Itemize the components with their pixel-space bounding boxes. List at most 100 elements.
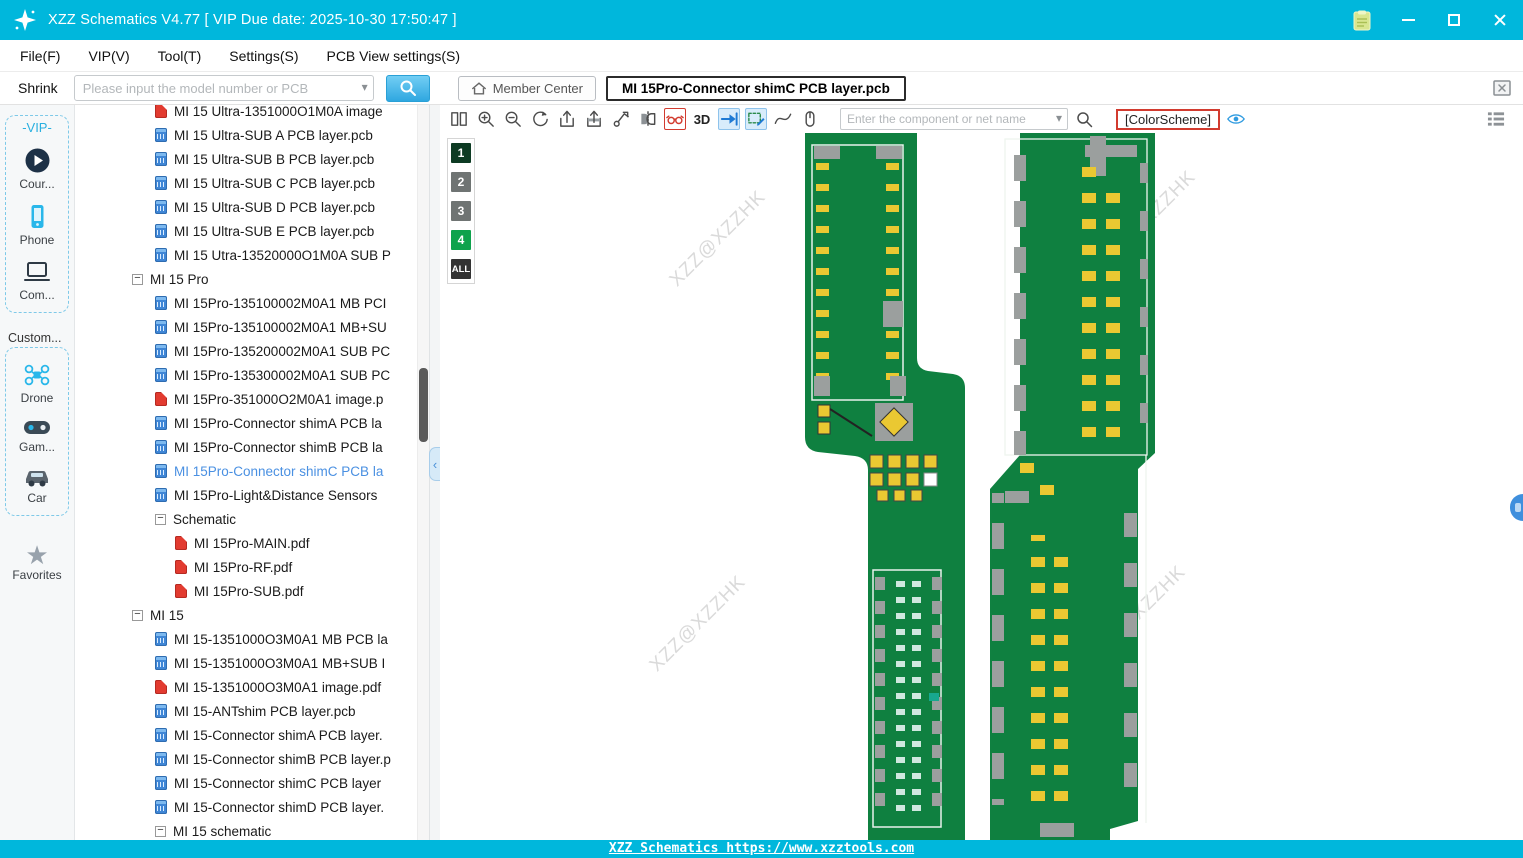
board-bottom-view-icon[interactable]	[583, 108, 605, 130]
component-search-icon[interactable]	[1073, 108, 1095, 130]
pcb-file-icon	[155, 632, 167, 646]
sidebar-item-favorites[interactable]: ★ Favorites	[0, 542, 74, 582]
shrink-button[interactable]: Shrink	[8, 80, 68, 96]
area-select-icon[interactable]	[745, 108, 767, 130]
tree-file-row[interactable]: MI 15Pro-351000O2M0A1 image.p	[75, 387, 417, 411]
tree-file-row[interactable]: MI 15Pro-Connector shimA PCB la	[75, 411, 417, 435]
tree-scrollbar[interactable]	[417, 105, 429, 840]
menubar: File(F) VIP(V) Tool(T) Settings(S) PCB V…	[0, 40, 1523, 72]
measure-curve-icon[interactable]	[772, 108, 794, 130]
tree-group-row[interactable]: MI 15 schematic	[75, 819, 417, 840]
tree-file-row[interactable]: MI 15Pro-135100002M0A1 MB PCI	[75, 291, 417, 315]
tree-file-row[interactable]: MI 15Pro-Connector shimB PCB la	[75, 435, 417, 459]
menu-pcb-view-settings[interactable]: PCB View settings(S)	[312, 40, 474, 72]
tree-file-row[interactable]: MI 15 Ultra-SUB B PCB layer.pcb	[75, 147, 417, 171]
board-top-view-icon[interactable]	[556, 108, 578, 130]
tree-file-row[interactable]: MI 15Pro-SUB.pdf	[75, 579, 417, 603]
visibility-eye-icon[interactable]	[1225, 108, 1247, 130]
collapse-minus-icon[interactable]	[155, 514, 166, 525]
tree-file-row[interactable]: MI 15-ANTshim PCB layer.pcb	[75, 699, 417, 723]
layer-panel-icon[interactable]	[1485, 108, 1507, 130]
tree-file-row[interactable]: MI 15-Connector shimC PCB layer	[75, 771, 417, 795]
tree-file-row[interactable]: MI 15 Ultra-SUB C PCB layer.pcb	[75, 171, 417, 195]
tree-file-row[interactable]: MI 15Pro-135300002M0A1 SUB PC	[75, 363, 417, 387]
tree-group-row[interactable]: MI 15 Pro	[75, 267, 417, 291]
red-highlight-glasses-icon[interactable]	[664, 108, 686, 130]
sidebar-item-game[interactable]: Gam...	[6, 417, 68, 454]
member-center-button[interactable]: Member Center	[458, 76, 596, 101]
sidebar-item-computer[interactable]: Com...	[6, 259, 68, 302]
tree-file-row[interactable]: MI 15 Ultra-SUB D PCB layer.pcb	[75, 195, 417, 219]
net-probe-icon[interactable]	[610, 108, 632, 130]
left-sidebar: -VIP- Cour... Phone Com... Custom... Dro…	[0, 105, 75, 840]
pcb-canvas[interactable]: 1 2 3 4 ALL XZZ@XZZHK XZZ@XZZHK XZZ@XZZH…	[440, 133, 1523, 840]
collapse-minus-icon[interactable]	[155, 826, 166, 837]
tree-file-row[interactable]: MI 15-1351000O3M0A1 image.pdf	[75, 675, 417, 699]
tree-file-row[interactable]: MI 15Pro-135100002M0A1 MB+SU	[75, 315, 417, 339]
tree-scrollbar-thumb[interactable]	[419, 368, 428, 442]
layer-2-button[interactable]: 2	[451, 172, 471, 192]
tree-file-row[interactable]: MI 15-1351000O3M0A1 MB+SUB I	[75, 651, 417, 675]
collapse-tree-handle[interactable]: ‹	[429, 447, 440, 481]
tree-file-row[interactable]: MI 15 Ultra-SUB A PCB layer.pcb	[75, 123, 417, 147]
tree-file-row[interactable]: MI 15Pro-135200002M0A1 SUB PC	[75, 339, 417, 363]
sidebar-item-drone[interactable]: Drone	[6, 362, 68, 405]
tree-group-row[interactable]: Schematic	[75, 507, 417, 531]
model-search-button[interactable]	[386, 75, 430, 102]
collapse-minus-icon[interactable]	[132, 610, 143, 621]
split-view-icon[interactable]	[448, 108, 470, 130]
pcb-render[interactable]	[440, 133, 1523, 840]
model-search-input[interactable]	[74, 75, 374, 101]
active-document-tab[interactable]: MI 15Pro-Connector shimC PCB layer.pcb	[606, 76, 906, 101]
pcb-file-icon	[155, 464, 167, 478]
tree-file-row[interactable]: MI 15Pro-Connector shimC PCB la	[75, 459, 417, 483]
tree-file-row[interactable]: MI 15 Utra-13520000O1M0A SUB P	[75, 243, 417, 267]
tree-file-row[interactable]: MI 15Pro-MAIN.pdf	[75, 531, 417, 555]
pcb-file-icon	[155, 800, 167, 814]
sidebar-item-car[interactable]: Car	[6, 466, 68, 505]
pcb-board-right[interactable]	[990, 133, 1155, 840]
rotate-icon[interactable]	[529, 108, 551, 130]
license-clipboard-icon[interactable]	[1351, 9, 1373, 31]
tree-item-label: MI 15 Pro	[150, 272, 209, 287]
layer-4-button[interactable]: 4	[451, 230, 471, 250]
layer-all-button[interactable]: ALL	[451, 259, 471, 279]
zoom-out-icon[interactable]	[502, 108, 524, 130]
sidebar-item-course[interactable]: Cour...	[6, 147, 68, 191]
tree-file-row[interactable]: MI 15Pro-Light&Distance Sensors	[75, 483, 417, 507]
mirror-flip-icon[interactable]	[637, 108, 659, 130]
tree-file-row[interactable]: MI 15-Connector shimA PCB layer.	[75, 723, 417, 747]
mouse-icon[interactable]	[799, 108, 821, 130]
tree-file-row[interactable]: MI 15 Ultra-1351000O1M0A image	[75, 105, 417, 123]
pcb-board-left[interactable]	[805, 133, 965, 840]
tree-group-row[interactable]: MI 15	[75, 603, 417, 627]
layer-1-button[interactable]: 1	[451, 143, 471, 163]
zoom-in-icon[interactable]	[475, 108, 497, 130]
menu-vip[interactable]: VIP(V)	[74, 40, 143, 72]
tree-file-row[interactable]: MI 15 Ultra-SUB E PCB layer.pcb	[75, 219, 417, 243]
tree-file-row[interactable]: MI 15-Connector shimB PCB layer.p	[75, 747, 417, 771]
tree-file-row[interactable]: MI 15-1351000O3M0A1 MB PCB la	[75, 627, 417, 651]
tree-file-row[interactable]: MI 15Pro-RF.pdf	[75, 555, 417, 579]
component-search-input[interactable]	[840, 108, 1068, 130]
tree-item-label: MI 15-Connector shimD PCB layer.	[174, 800, 384, 815]
collapse-minus-icon[interactable]	[132, 274, 143, 285]
sidebar-item-phone[interactable]: Phone	[6, 203, 68, 247]
layer-3-button[interactable]: 3	[451, 201, 471, 221]
jump-arrow-icon[interactable]	[718, 108, 740, 130]
3d-view-button[interactable]: 3D	[691, 108, 713, 130]
menu-settings[interactable]: Settings(S)	[215, 40, 312, 72]
menu-file[interactable]: File(F)	[6, 40, 74, 72]
tree-item-label: MI 15 schematic	[173, 824, 271, 839]
close-tab-panel-icon[interactable]	[1491, 77, 1513, 99]
sidebar-item-label: Gam...	[19, 440, 55, 454]
maximize-button[interactable]	[1443, 9, 1465, 31]
pcb-file-icon	[155, 320, 167, 334]
close-button[interactable]	[1489, 9, 1511, 31]
minimize-button[interactable]	[1397, 9, 1419, 31]
colorscheme-button[interactable]: [ColorScheme]	[1116, 109, 1220, 130]
tree-file-row[interactable]: MI 15-Connector shimD PCB layer.	[75, 795, 417, 819]
menu-tool[interactable]: Tool(T)	[144, 40, 216, 72]
pcb-file-icon	[155, 752, 167, 766]
custom-section-label: Custom...	[8, 331, 74, 345]
